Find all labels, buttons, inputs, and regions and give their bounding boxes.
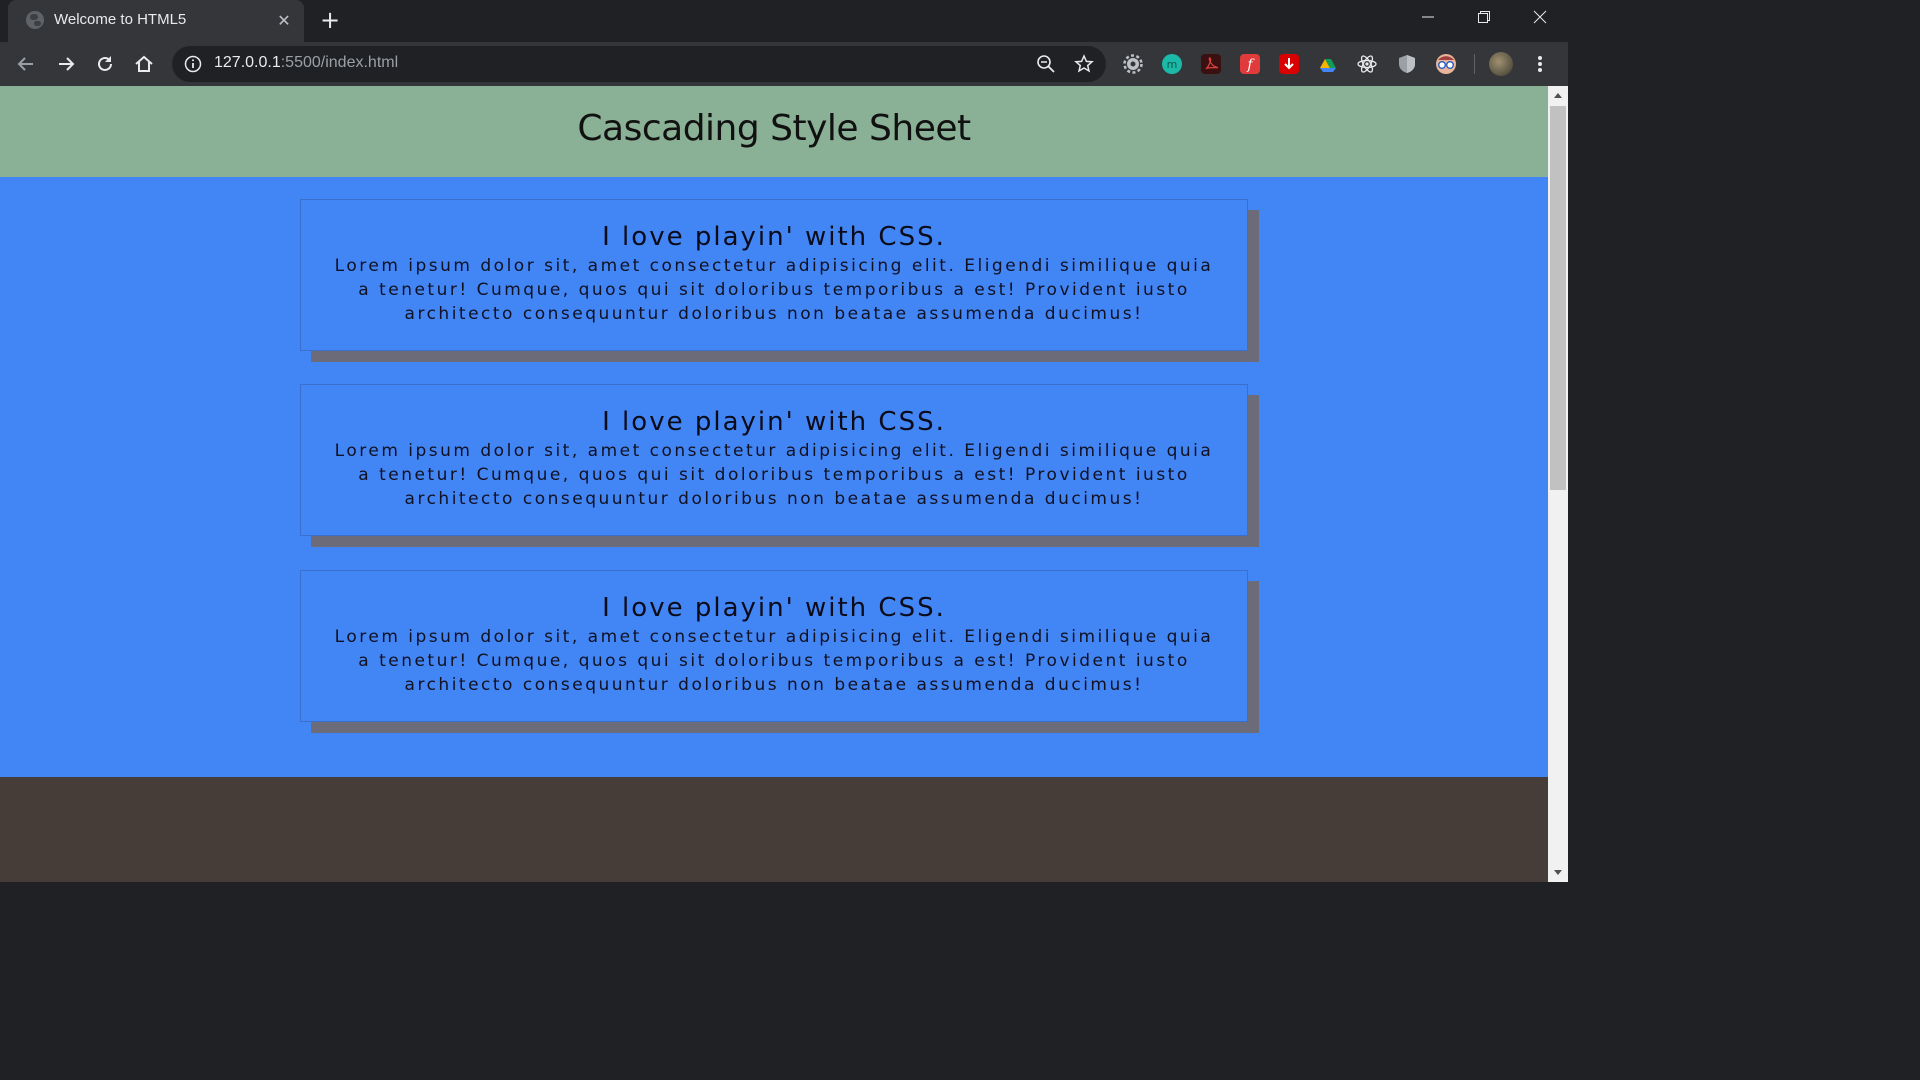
card-title: I love playin' with CSS. bbox=[602, 222, 946, 252]
globe-icon bbox=[26, 11, 44, 29]
tab-title: Welcome to HTML5 bbox=[54, 11, 187, 28]
reload-icon bbox=[98, 56, 112, 71]
close-window-button[interactable] bbox=[1512, 0, 1568, 34]
new-tab-button[interactable]: + bbox=[318, 8, 342, 33]
shield-icon[interactable] bbox=[1397, 54, 1417, 74]
forward-button[interactable] bbox=[54, 52, 78, 76]
pdf-icon[interactable] bbox=[1201, 54, 1221, 74]
tab-strip: Welcome to HTML5 ✕ + bbox=[0, 0, 1568, 42]
drive-icon[interactable] bbox=[1318, 54, 1338, 74]
page-viewport: Cascading Style Sheet I love playin' wit… bbox=[0, 86, 1548, 882]
content-card: I love playin' with CSS. Lorem ipsum dol… bbox=[300, 199, 1248, 351]
zoom-out-icon[interactable] bbox=[1036, 54, 1056, 74]
info-icon[interactable] bbox=[184, 55, 202, 73]
card-title: I love playin' with CSS. bbox=[602, 593, 946, 623]
tab-close-icon[interactable]: ✕ bbox=[274, 11, 294, 31]
scroll-down-arrow-icon[interactable] bbox=[1548, 862, 1568, 882]
vertical-scrollbar[interactable] bbox=[1548, 86, 1568, 882]
arrow-right-icon bbox=[59, 57, 75, 71]
scroll-thumb[interactable] bbox=[1550, 106, 1566, 490]
bookmark-star-icon[interactable] bbox=[1074, 54, 1094, 74]
page-header: Cascading Style Sheet bbox=[0, 86, 1548, 177]
glasses-icon[interactable] bbox=[1436, 54, 1456, 74]
scroll-up-arrow-icon[interactable] bbox=[1548, 86, 1568, 106]
more-menu-icon[interactable] bbox=[1532, 52, 1548, 76]
gear-icon[interactable] bbox=[1123, 54, 1143, 74]
close-icon bbox=[1533, 10, 1547, 24]
toolbar-separator bbox=[1474, 54, 1475, 74]
react-icon[interactable] bbox=[1357, 54, 1377, 74]
home-icon bbox=[135, 55, 153, 72]
back-button[interactable] bbox=[14, 52, 38, 76]
address-bar[interactable]: 127.0.0.1:5500/index.html bbox=[172, 46, 1106, 82]
f-icon[interactable]: f bbox=[1240, 54, 1260, 74]
restore-button[interactable] bbox=[1456, 0, 1512, 34]
minimize-button[interactable] bbox=[1400, 0, 1456, 34]
url-path: :5500/index.html bbox=[280, 54, 399, 71]
page-main: I love playin' with CSS. Lorem ipsum dol… bbox=[0, 177, 1548, 777]
content-card: I love playin' with CSS. Lorem ipsum dol… bbox=[300, 384, 1248, 536]
svg-text:m: m bbox=[1167, 58, 1178, 71]
reload-button[interactable] bbox=[93, 52, 117, 76]
card-body: Lorem ipsum dolor sit, amet consectetur … bbox=[334, 256, 1214, 324]
m-icon[interactable]: m bbox=[1162, 54, 1182, 74]
browser-toolbar: 127.0.0.1:5500/index.html m f bbox=[0, 42, 1568, 86]
home-button[interactable] bbox=[132, 52, 156, 76]
card-body: Lorem ipsum dolor sit, amet consectetur … bbox=[334, 627, 1214, 695]
browser-tab[interactable]: Welcome to HTML5 ✕ bbox=[8, 0, 304, 42]
restore-icon bbox=[1478, 11, 1490, 23]
card-title: I love playin' with CSS. bbox=[602, 407, 946, 437]
minimize-icon bbox=[1422, 16, 1434, 18]
page-title: Cascading Style Sheet bbox=[577, 108, 971, 149]
download-icon[interactable] bbox=[1279, 54, 1299, 74]
content-card: I love playin' with CSS. Lorem ipsum dol… bbox=[300, 570, 1248, 722]
profile-avatar[interactable] bbox=[1489, 52, 1513, 76]
url-text[interactable]: 127.0.0.1:5500/index.html bbox=[214, 54, 398, 72]
arrow-left-icon bbox=[17, 57, 33, 71]
url-host: 127.0.0.1 bbox=[214, 54, 281, 71]
page-footer bbox=[0, 777, 1548, 882]
card-body: Lorem ipsum dolor sit, amet consectetur … bbox=[334, 441, 1214, 509]
